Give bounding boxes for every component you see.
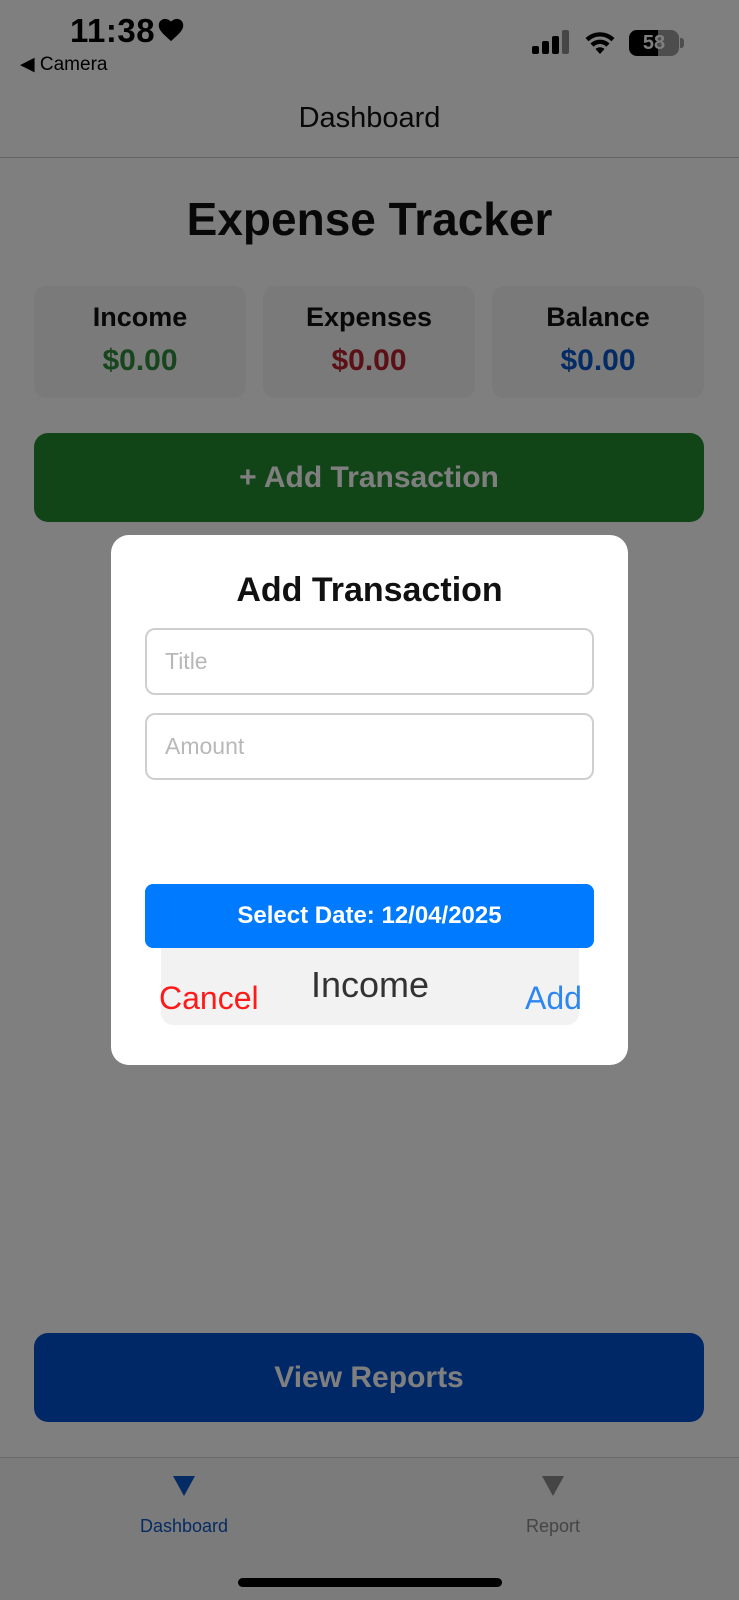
amount-input[interactable]: [145, 713, 594, 780]
select-date-button[interactable]: Select Date: 12/04/2025: [145, 884, 594, 948]
modal-title: Add Transaction: [236, 571, 503, 609]
cancel-button[interactable]: Cancel: [159, 980, 259, 1017]
add-button[interactable]: Add: [525, 980, 582, 1017]
add-transaction-modal: Add Transaction Select Date: 12/04/2025 …: [111, 535, 628, 1065]
title-input[interactable]: [145, 628, 594, 695]
